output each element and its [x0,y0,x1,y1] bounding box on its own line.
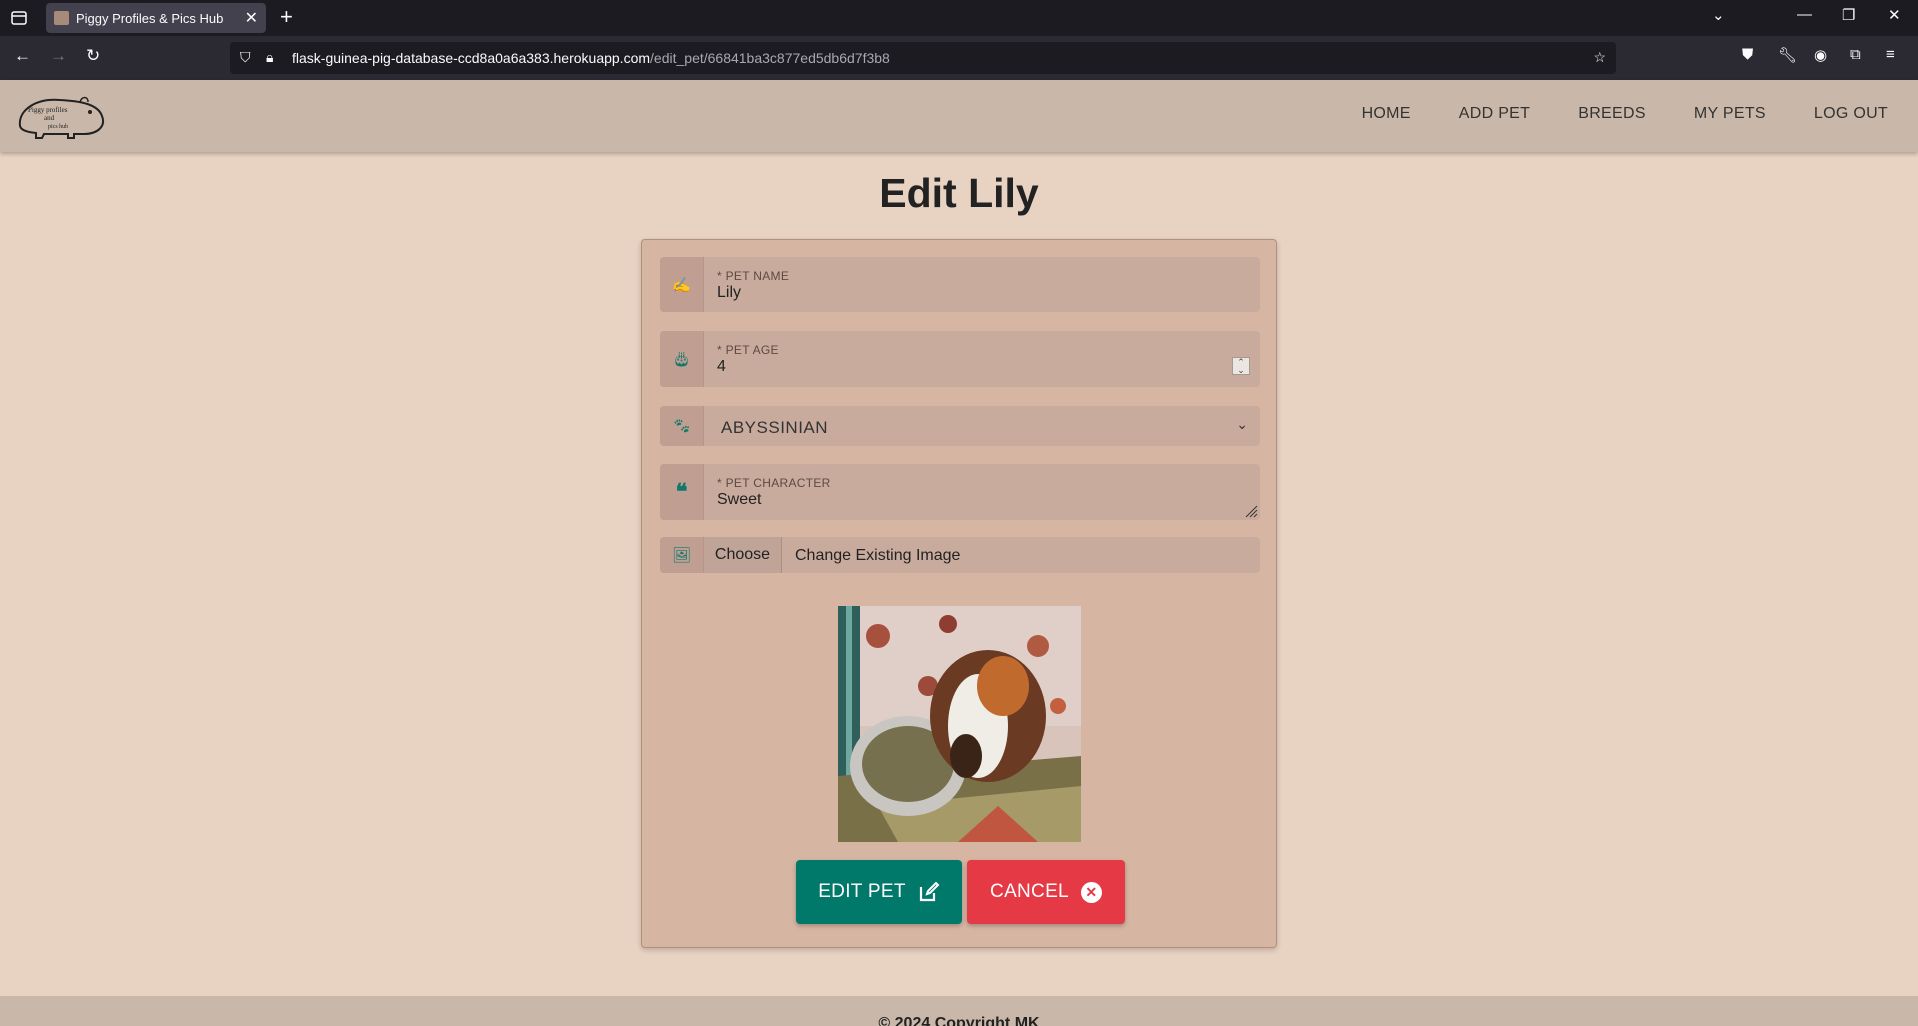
reload-icon[interactable]: ↻ [86,46,100,66]
svg-text:pics hub: pics hub [48,124,68,130]
svg-text:and: and [44,114,55,122]
image-upload-text: Change Existing Image [795,547,961,564]
browser-toolbar: ← → ↻ ⛉ 🔒︎ flask-guinea-pig-database-ccd… [0,36,1918,80]
edit-icon [919,881,940,902]
url-text: flask-guinea-pig-database-ccd8a0a6a383.h… [292,50,890,66]
chevron-down-icon[interactable]: ⌄ [1236,416,1248,433]
svg-text:Piggy profiles: Piggy profiles [28,106,68,114]
pet-age-label: * PET AGE [717,343,779,357]
pocket-icon[interactable]: ⛊ [1742,46,1753,63]
lock-icon[interactable]: 🔒︎ [266,49,273,66]
choose-file-button[interactable]: Choose [704,537,782,573]
pet-character-field[interactable]: ❝ * PET CHARACTER Sweet [660,464,1260,520]
guinea-pig-logo[interactable]: Piggy profiles and pics hub [14,92,108,140]
paw-icon: 🐾︎ [660,406,704,446]
footer-copyright: © 2024 Copyright MK [878,1015,1040,1026]
cancel-button-label: CANCEL [990,881,1069,902]
pet-age-input[interactable]: 4 [717,358,726,376]
pet-name-label: * PET NAME [717,269,790,283]
tab-title: Piggy Profiles & Pics Hub [76,11,224,26]
url-host: flask-guinea-pig-database-ccd8a0a6a383.h… [292,50,651,66]
menu-hamburger-icon[interactable]: ≡ [1886,46,1895,63]
image-icon: 🖼︎ [660,537,704,573]
forward-icon[interactable]: → [50,46,67,66]
new-tab-icon[interactable]: + [280,5,293,29]
edit-pet-button[interactable]: EDIT PET [796,860,962,924]
tab-overflow-chevron-icon[interactable]: ⌄ [1712,6,1725,24]
site-header: Piggy profiles and pics hub HOME ADD PET… [0,80,1918,152]
minimize-icon[interactable]: — [1797,6,1812,23]
tab-close-icon[interactable]: ✕ [245,8,258,28]
tab-list-icon[interactable] [8,8,30,28]
restore-icon[interactable]: ❐ [1842,6,1855,24]
pet-character-input[interactable]: Sweet [717,491,761,509]
pet-name-field[interactable]: ✍ * PET NAME Lily [660,257,1260,312]
birthday-cake-icon: 🎂︎ [660,331,704,387]
browser-tab-bar: Piggy Profiles & Pics Hub ✕ + ⌄ — ❐ ✕ [0,0,1918,36]
account-icon[interactable]: ◉ [1814,46,1827,64]
wrench-icon[interactable]: 🔧︎ [1778,46,1797,64]
close-window-icon[interactable]: ✕ [1888,6,1901,24]
extensions-icon[interactable]: ⧉ [1850,46,1861,63]
edit-pet-button-label: EDIT PET [818,881,906,902]
tab-favicon-icon [54,11,69,25]
cancel-circle-icon: ✕ [1080,881,1102,903]
main-nav: HOME ADD PET BREEDS MY PETS LOG OUT [1362,105,1888,123]
cancel-button[interactable]: CANCEL ✕ [967,860,1125,924]
image-upload-field[interactable]: 🖼︎ Choose Change Existing Image [660,537,1260,573]
age-stepper[interactable]: ⌃ ⌄ [1232,357,1250,375]
back-icon[interactable]: ← [14,46,31,66]
site-footer: © 2024 Copyright MK [0,996,1918,1026]
url-path: /edit_pet/66841ba3c877ed5db6d7f3b8 [650,50,890,66]
nav-breeds[interactable]: BREEDS [1578,105,1646,123]
nav-home[interactable]: HOME [1362,105,1411,123]
breed-selected-value[interactable]: ABYSSINIAN [721,418,828,438]
bookmark-star-icon[interactable]: ☆ [1593,49,1606,66]
pet-character-label: * PET CHARACTER [717,476,831,490]
nav-add-pet[interactable]: ADD PET [1459,105,1530,123]
resize-handle-icon[interactable] [1244,504,1258,518]
pet-name-input[interactable]: Lily [717,284,741,302]
breed-select[interactable]: 🐾︎ ABYSSINIAN ⌄ [660,406,1260,446]
page-title: Edit Lily [879,170,1039,216]
quote-icon: ❝ [660,464,704,520]
shield-icon[interactable]: ⛉ [240,49,251,66]
pet-photo [838,606,1081,842]
address-bar[interactable]: ⛉ 🔒︎ flask-guinea-pig-database-ccd8a0a6a… [230,42,1616,74]
signature-icon: ✍ [660,257,704,312]
pet-age-field[interactable]: 🎂︎ * PET AGE 4 ⌃ ⌄ [660,331,1260,387]
nav-my-pets[interactable]: MY PETS [1694,105,1766,123]
edit-pet-form: ✍ * PET NAME Lily 🎂︎ * PET AGE 4 ⌃ ⌄ 🐾︎ A… [641,239,1277,948]
nav-log-out[interactable]: LOG OUT [1814,105,1888,123]
browser-tab-active[interactable]: Piggy Profiles & Pics Hub ✕ [46,3,266,33]
